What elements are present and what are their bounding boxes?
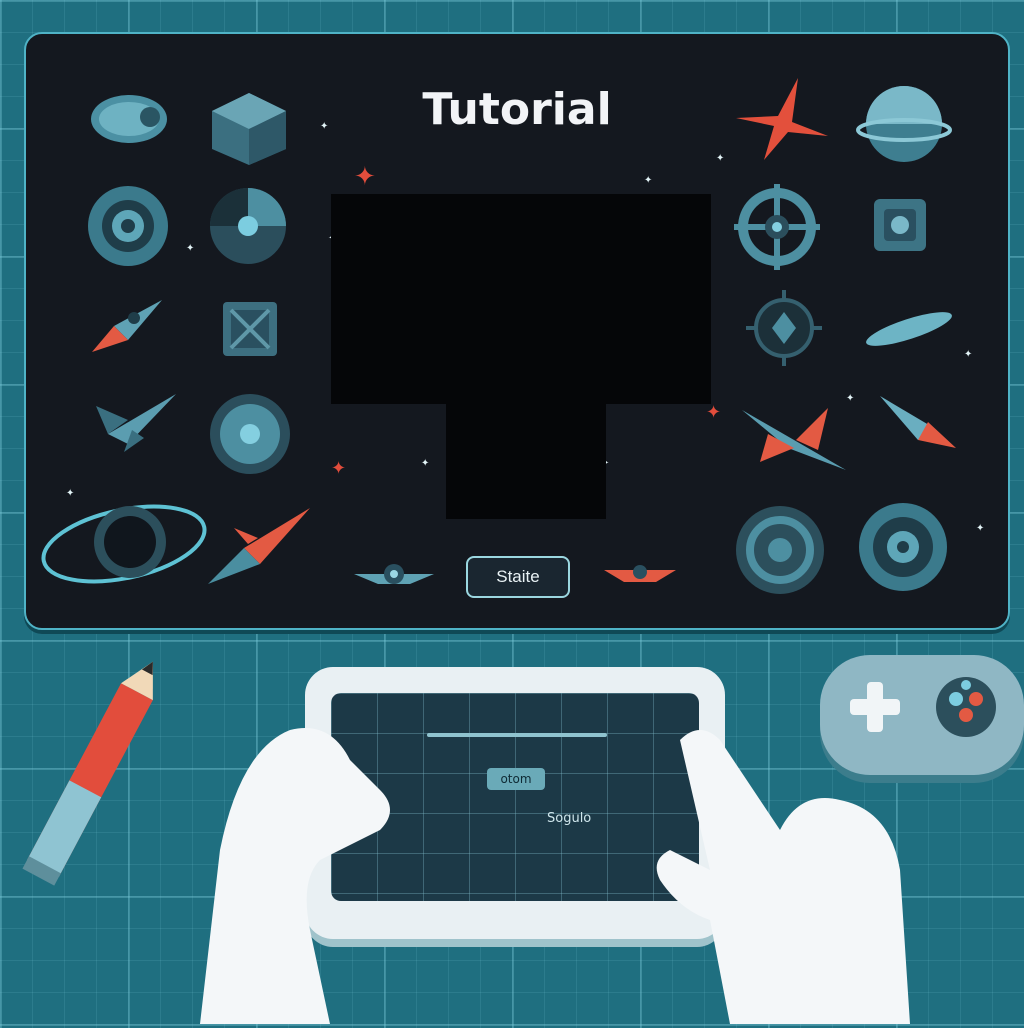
- pie-disc-icon[interactable]: [208, 186, 288, 266]
- cube-icon[interactable]: [208, 89, 290, 169]
- red-rocket-icon[interactable]: [204, 504, 314, 588]
- red-star-icon[interactable]: [734, 76, 830, 162]
- gear-wheel-icon[interactable]: [86, 184, 170, 268]
- redacted-panel: [331, 194, 711, 404]
- start-button[interactable]: Staite: [466, 556, 570, 598]
- star-icon: ✦: [320, 121, 329, 132]
- star-icon: ✦: [964, 349, 973, 360]
- red-jet-icon[interactable]: [738, 404, 848, 474]
- tablet-label: Sogulo: [547, 811, 592, 826]
- left-hand: [180, 670, 400, 1024]
- saucer-icon[interactable]: [862, 304, 956, 354]
- planet-icon[interactable]: [856, 80, 952, 170]
- gear-icon-b[interactable]: [856, 500, 950, 594]
- pencil-icon: [0, 640, 180, 920]
- round-shield-icon[interactable]: [208, 392, 292, 476]
- gamepad-icon: [820, 655, 1024, 775]
- star-icon: ✦: [644, 175, 653, 186]
- gear-icon-a[interactable]: [732, 502, 828, 598]
- star-icon: ✦: [716, 153, 725, 164]
- spiked-orb-icon[interactable]: [742, 286, 826, 370]
- tablet-slider[interactable]: [427, 733, 607, 737]
- small-ship-icon[interactable]: [354, 548, 434, 598]
- crosshair-gear-icon[interactable]: [732, 182, 822, 272]
- redacted-panel: [446, 394, 606, 519]
- red-sparkle-icon: ✦: [331, 458, 347, 479]
- pod-ship-icon[interactable]: [88, 89, 170, 149]
- side-rocket-icon[interactable]: [878, 392, 958, 454]
- red-sparkle-icon: ✦: [354, 162, 376, 192]
- crate-icon[interactable]: [221, 300, 279, 358]
- game-screen: Tutorial ✦ ✦ ✦ ✦ ✦ ✦ ✦ ✦ ✦ ✦ ✦ ✦ ✦ ✦: [24, 32, 1010, 630]
- fighter-jet-icon[interactable]: [88, 384, 178, 454]
- tablet-button[interactable]: otom: [487, 768, 545, 790]
- star-icon: ✦: [976, 523, 985, 534]
- star-icon: ✦: [846, 393, 855, 404]
- rocket-icon[interactable]: [84, 296, 164, 358]
- ringed-planet-icon[interactable]: [38, 484, 210, 594]
- red-small-ship-icon[interactable]: [604, 552, 676, 592]
- red-sparkle-icon: ✦: [706, 402, 722, 423]
- star-icon: ✦: [186, 243, 195, 254]
- square-badge-icon[interactable]: [872, 197, 928, 253]
- star-icon: ✦: [421, 458, 430, 469]
